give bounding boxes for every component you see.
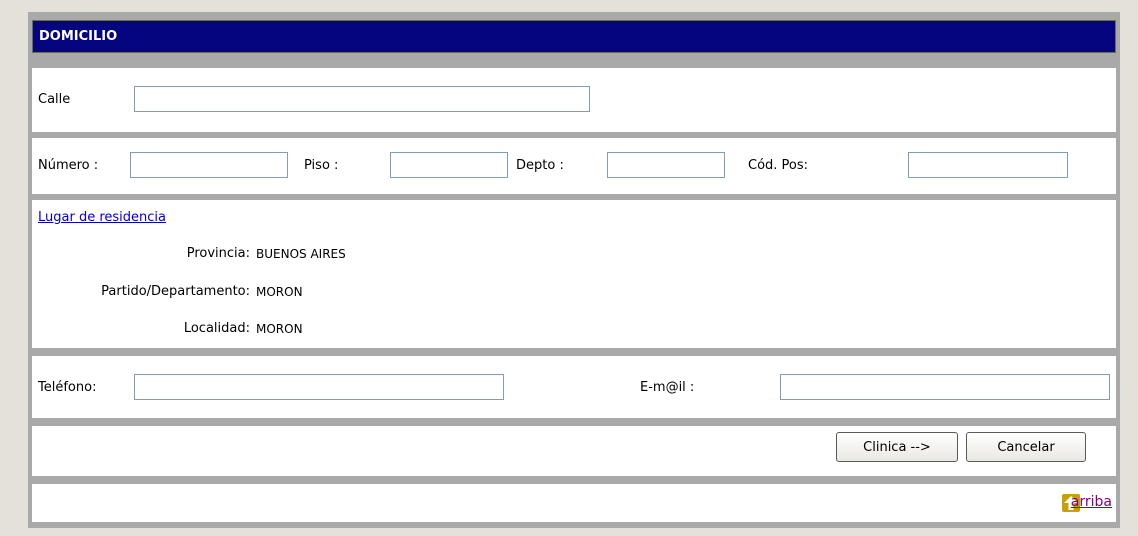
depto-label: Depto :	[516, 158, 564, 173]
cancelar-button[interactable]: Cancelar	[966, 432, 1086, 462]
numero-label: Número :	[38, 158, 99, 173]
telefono-label: Teléfono:	[38, 380, 97, 395]
numero-input[interactable]	[130, 152, 288, 178]
residencia-block: Lugar de residencia Provincia: BUENOS AI…	[32, 200, 1116, 348]
piso-label: Piso :	[304, 158, 339, 173]
piso-input[interactable]	[390, 152, 508, 178]
arriba-link[interactable]: arriba	[1071, 494, 1112, 510]
email-input[interactable]	[780, 374, 1110, 400]
clinica-button[interactable]: Clinica -->	[836, 432, 958, 462]
codpos-label: Cód. Pos:	[748, 158, 809, 173]
footer-row: arriba	[32, 484, 1116, 522]
calle-row: Calle	[32, 68, 1116, 132]
actions-row: Clinica --> Cancelar	[32, 426, 1116, 476]
depto-input[interactable]	[607, 152, 725, 178]
partido-label: Partido/Departamento:	[101, 284, 250, 299]
partido-value: MORON	[256, 285, 303, 299]
calle-label: Calle	[38, 92, 71, 107]
section-header: DOMICILIO	[32, 20, 1116, 53]
codpos-input[interactable]	[908, 152, 1068, 178]
address-details-row: Número : Piso : Depto : Cód. Pos:	[32, 138, 1116, 194]
contact-row: Teléfono: E-m@il :	[32, 356, 1116, 418]
domicilio-panel: DOMICILIO Calle Número : Piso : Depto : …	[28, 12, 1120, 528]
email-label: E-m@il :	[640, 380, 695, 395]
lugar-residencia-link[interactable]: Lugar de residencia	[38, 210, 166, 225]
calle-input[interactable]	[134, 86, 590, 112]
localidad-value: MORON	[256, 322, 303, 336]
telefono-input[interactable]	[134, 374, 504, 400]
provincia-value: BUENOS AIRES	[256, 247, 346, 261]
provincia-label: Provincia:	[186, 246, 250, 261]
localidad-label: Localidad:	[183, 321, 250, 336]
